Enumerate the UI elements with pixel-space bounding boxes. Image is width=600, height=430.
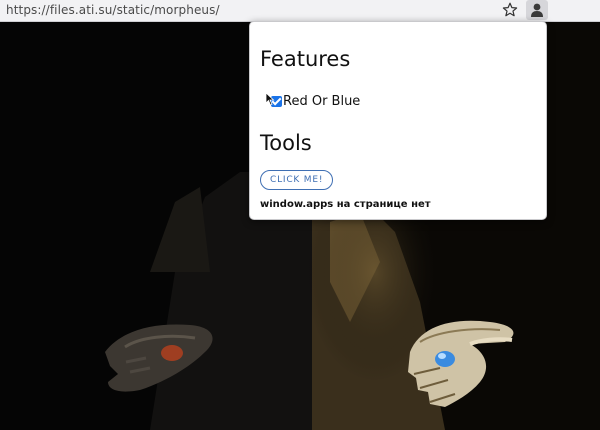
tools-heading: Tools <box>260 131 312 155</box>
click-me-button[interactable]: CLICK ME! <box>260 170 334 190</box>
extension-popup: Features Red Or Blue Tools CLICK ME! win… <box>249 21 547 220</box>
mouse-cursor-icon <box>265 91 275 110</box>
address-bar[interactable]: https://files.ati.su/static/morpheus/ <box>0 0 600 22</box>
extension-button[interactable] <box>526 0 548 20</box>
feature-checkbox-row[interactable]: Red Or Blue <box>271 93 360 109</box>
features-heading: Features <box>260 47 351 71</box>
status-text: window.apps на странице нет <box>260 199 431 210</box>
url-text[interactable]: https://files.ati.su/static/morpheus/ <box>6 3 220 17</box>
star-icon[interactable] <box>501 1 519 19</box>
person-icon <box>531 3 543 17</box>
red-or-blue-label[interactable]: Red Or Blue <box>283 94 360 109</box>
